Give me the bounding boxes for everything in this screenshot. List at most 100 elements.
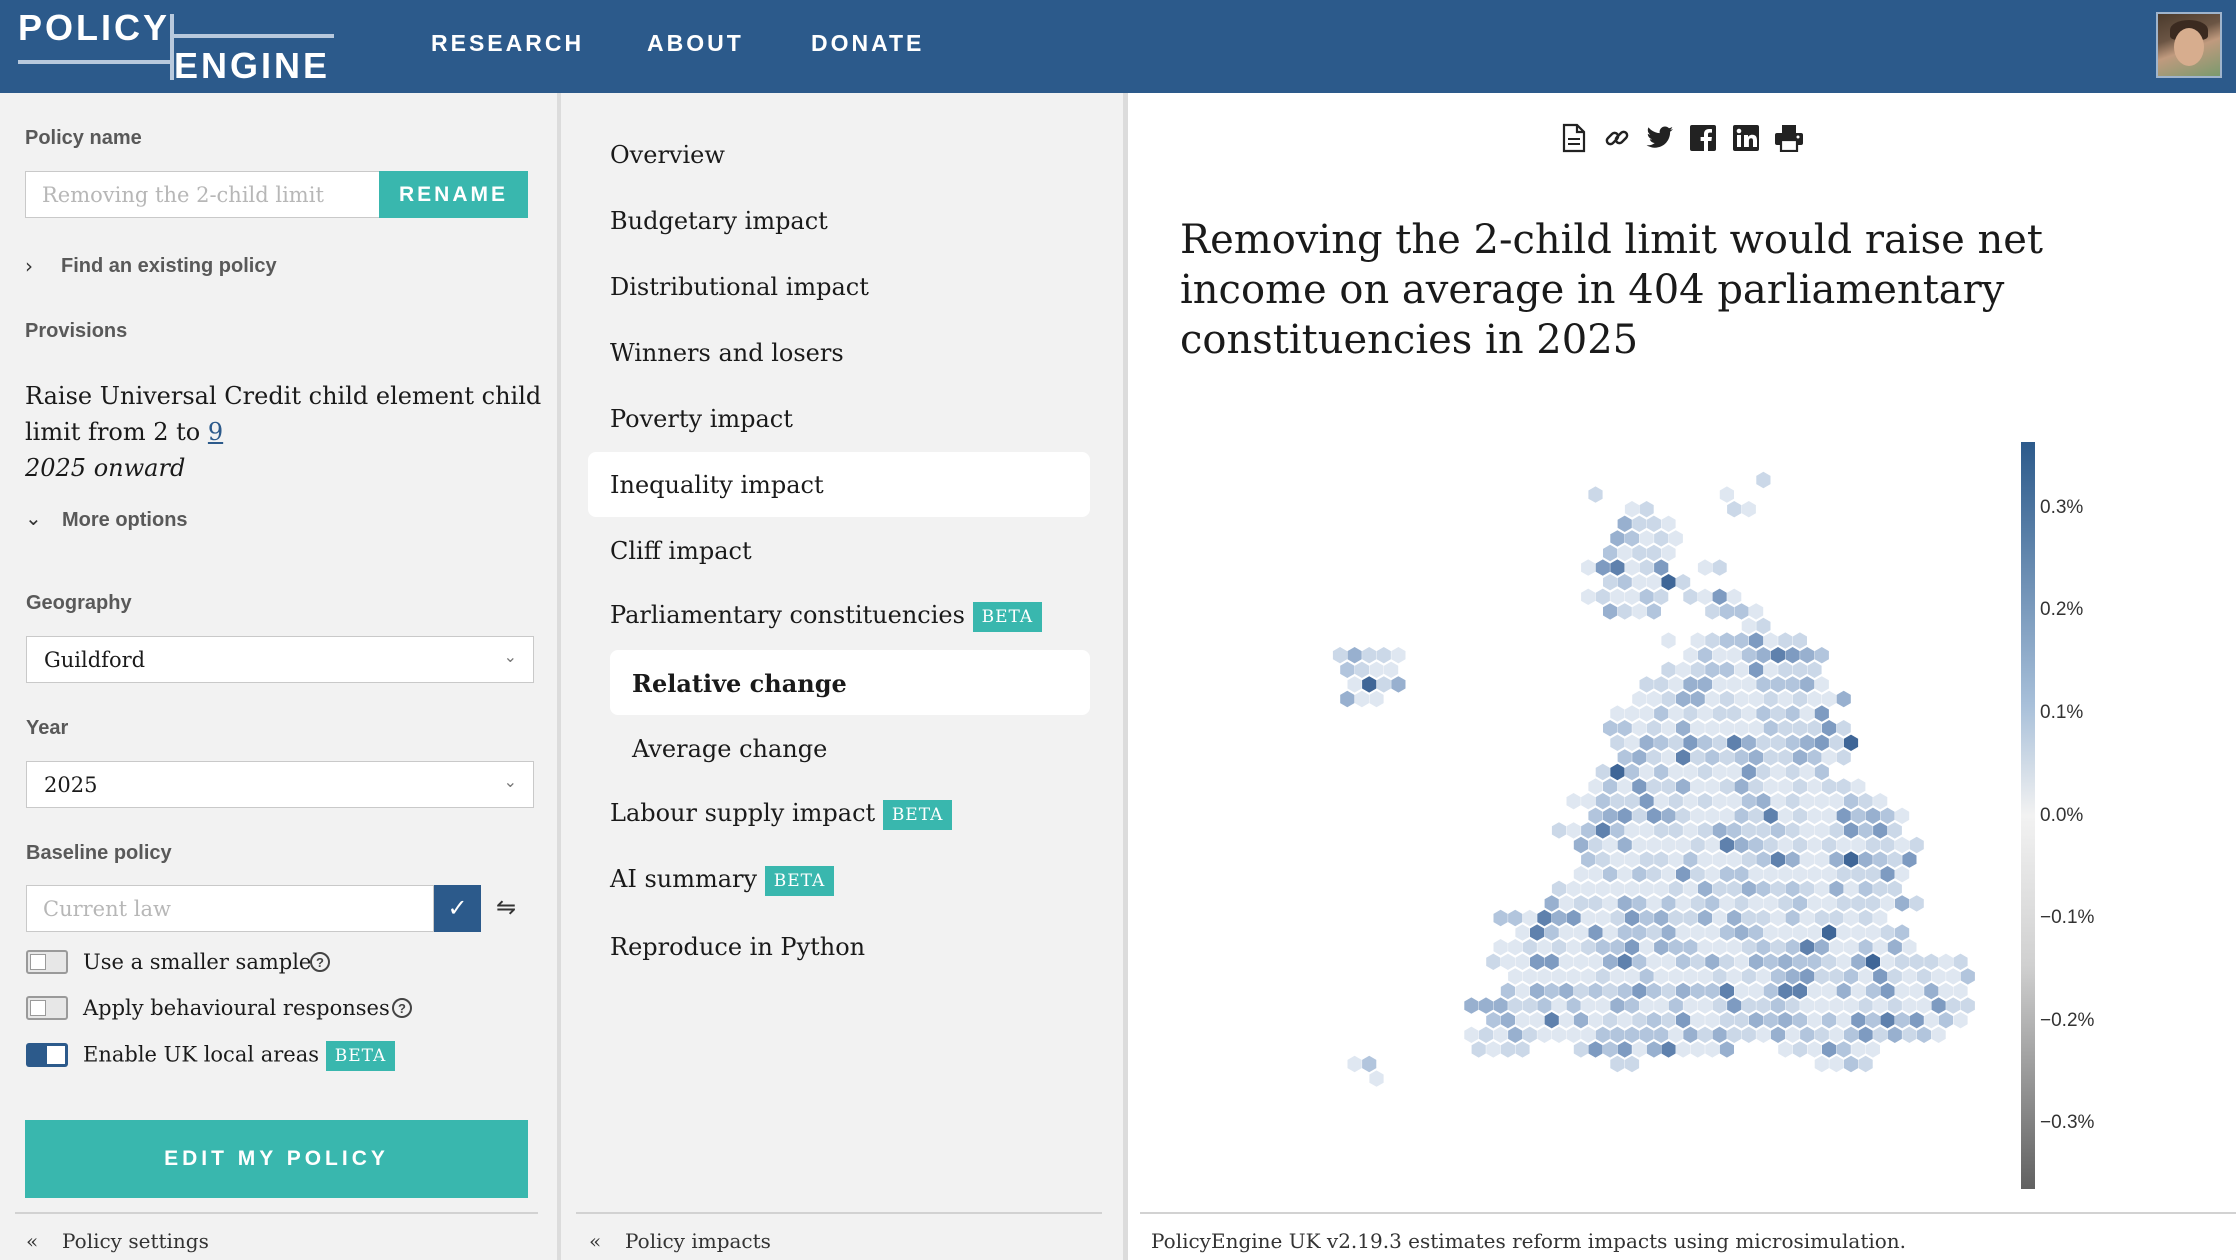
constituency-hex[interactable] <box>1588 982 1603 1000</box>
constituency-hex[interactable] <box>1391 676 1406 693</box>
constituency-hex[interactable] <box>1705 924 1720 941</box>
constituency-hex[interactable] <box>1676 1041 1691 1058</box>
constituency-hex[interactable] <box>1763 720 1778 737</box>
constituency-hex[interactable] <box>1712 939 1727 956</box>
constituency-hex[interactable] <box>1909 982 1924 1000</box>
constituency-hex[interactable] <box>1632 1041 1647 1058</box>
constituency-hex[interactable] <box>1822 720 1837 737</box>
constituency-hex[interactable] <box>1843 1026 1859 1043</box>
constituency-hex[interactable] <box>1895 807 1910 824</box>
constituency-hex[interactable] <box>1800 909 1815 927</box>
constituency-hex[interactable] <box>1873 793 1888 810</box>
constituency-hex[interactable] <box>1836 836 1851 854</box>
constituency-hex[interactable] <box>1603 1012 1618 1029</box>
constituency-hex[interactable] <box>1851 953 1866 970</box>
constituency-hex[interactable] <box>1778 749 1793 766</box>
impact-parliamentary-constituencies[interactable]: Parliamentary constituencies BETA <box>610 601 1043 632</box>
print-icon[interactable] <box>1774 122 1804 154</box>
constituency-hex[interactable] <box>1770 939 1786 956</box>
constituency-hex[interactable] <box>1836 807 1851 824</box>
constituency-hex[interactable] <box>1668 676 1683 693</box>
constituency-hex[interactable] <box>1916 997 1932 1014</box>
baseline-policy-input[interactable]: Current law <box>26 885 434 932</box>
constituency-hex[interactable] <box>1624 997 1640 1014</box>
constituency-hex[interactable] <box>1646 778 1661 795</box>
constituency-hex[interactable] <box>1690 866 1705 883</box>
constituency-hex[interactable] <box>1880 982 1895 1000</box>
constituency-hex[interactable] <box>1697 793 1713 810</box>
constituency-hex[interactable] <box>1566 1026 1581 1043</box>
constituency-hex[interactable] <box>1581 968 1596 985</box>
constituency-hex[interactable] <box>1603 778 1618 795</box>
constituency-hex[interactable] <box>1822 866 1837 883</box>
constituency-hex[interactable] <box>1551 909 1567 927</box>
constituency-hex[interactable] <box>1778 895 1793 912</box>
constituency-hex[interactable] <box>1537 939 1552 956</box>
constituency-hex[interactable] <box>1347 676 1362 693</box>
constituency-hex[interactable] <box>1880 1012 1895 1029</box>
constituency-hex[interactable] <box>1807 720 1822 737</box>
constituency-hex[interactable] <box>1858 851 1873 868</box>
constituency-hex[interactable] <box>1843 793 1859 810</box>
constituency-hex[interactable] <box>1646 807 1661 824</box>
constituency-hex[interactable] <box>1508 997 1523 1014</box>
constituency-hex[interactable] <box>1712 647 1727 664</box>
constituency-hex[interactable] <box>1661 749 1676 766</box>
constituency-hex[interactable] <box>1369 661 1384 678</box>
constituency-hex[interactable] <box>1391 647 1406 664</box>
constituency-hex[interactable] <box>1624 1055 1640 1073</box>
constituency-hex[interactable] <box>1953 1012 1968 1029</box>
constituency-hex[interactable] <box>1668 851 1683 868</box>
constituency-hex[interactable] <box>1858 909 1873 927</box>
constituency-hex[interactable] <box>1384 661 1399 678</box>
constituency-hex[interactable] <box>1668 793 1683 810</box>
twitter-icon[interactable] <box>1645 122 1675 154</box>
constituency-hex[interactable] <box>1646 690 1661 708</box>
constituency-hex[interactable] <box>1792 720 1807 737</box>
constituency-hex[interactable] <box>1712 793 1727 810</box>
constituency-hex[interactable] <box>1676 690 1691 708</box>
constituency-hex[interactable] <box>1610 880 1625 897</box>
constituency-hex[interactable] <box>1741 501 1756 518</box>
constituency-hex[interactable] <box>1573 924 1588 941</box>
constituency-hex[interactable] <box>1500 953 1515 970</box>
constituency-hex[interactable] <box>1646 953 1661 970</box>
constituency-hex[interactable] <box>1785 676 1800 693</box>
constituency-hex[interactable] <box>1727 734 1742 751</box>
constituency-hex[interactable] <box>1493 939 1508 956</box>
constituency-hex[interactable] <box>1843 909 1859 927</box>
provision-value[interactable]: 9 <box>208 418 223 446</box>
smaller-sample-toggle[interactable] <box>26 950 68 974</box>
constituency-hex[interactable] <box>1756 939 1771 956</box>
constituency-hex[interactable] <box>1727 939 1742 956</box>
impact-labour-supply[interactable]: Labour supply impact BETA <box>610 799 953 830</box>
constituency-hex[interactable] <box>1843 939 1859 956</box>
constituency-hex[interactable] <box>1347 1055 1362 1073</box>
constituency-hex[interactable] <box>1624 559 1640 576</box>
constituency-hex[interactable] <box>1690 778 1705 795</box>
constituency-hex[interactable] <box>1719 836 1734 854</box>
constituency-hex[interactable] <box>1683 968 1698 985</box>
constituency-hex[interactable] <box>1807 1012 1822 1029</box>
constituency-hex[interactable] <box>1785 734 1800 751</box>
constituency-hex[interactable] <box>1639 734 1654 751</box>
constituency-hex[interactable] <box>1617 807 1632 824</box>
constituency-hex[interactable] <box>1822 690 1837 708</box>
constituency-hex[interactable] <box>1362 676 1377 693</box>
constituency-hex[interactable] <box>1464 997 1479 1014</box>
constituency-hex[interactable] <box>1632 1012 1647 1029</box>
constituency-hex[interactable] <box>1661 544 1676 562</box>
constituency-hex[interactable] <box>1851 836 1866 854</box>
constituency-hex[interactable] <box>1610 939 1625 956</box>
impact-ai-summary[interactable]: AI summary BETA <box>610 865 835 896</box>
constituency-hex[interactable] <box>1880 866 1895 883</box>
constituency-hex[interactable] <box>1785 647 1800 664</box>
constituency-hex[interactable] <box>1588 953 1603 970</box>
constituency-hex[interactable] <box>1719 720 1734 737</box>
constituency-hex[interactable] <box>1895 1012 1910 1029</box>
constituency-hex[interactable] <box>1770 968 1786 985</box>
constituency-hex[interactable] <box>1654 705 1669 722</box>
constituency-hex[interactable] <box>1559 982 1574 1000</box>
constituency-hex[interactable] <box>1508 939 1523 956</box>
constituency-hex[interactable] <box>1603 720 1618 737</box>
